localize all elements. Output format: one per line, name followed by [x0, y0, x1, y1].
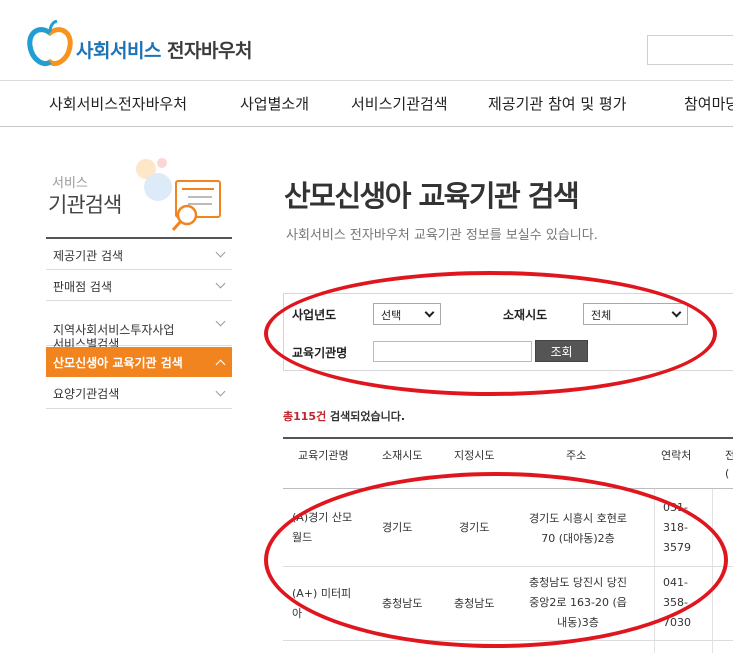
sidebar-item-maternal-edu[interactable]: 산모신생아 교육기관 검색: [46, 347, 232, 377]
sidebar-item-label: 요양기관검색: [53, 387, 120, 401]
sidebar-item-label: 제공기관 검색: [53, 249, 124, 263]
sidebar-item-care-search[interactable]: 요양기관검색: [46, 377, 232, 409]
chevron-down-icon: [215, 278, 226, 289]
gnb-item-programs[interactable]: 사업별소개: [240, 93, 309, 114]
chevron-down-icon: [215, 316, 226, 327]
result-count-suffix: 검색되었습니다.: [326, 410, 406, 423]
sidebar-item-label: 판매점 검색: [53, 280, 113, 294]
column-header-name: 교육기관명: [298, 449, 349, 462]
gnb-item-provider[interactable]: 제공기관 참여 및 평가: [488, 93, 627, 114]
logo-brand: 사회서비스: [76, 40, 161, 62]
logo-title: 전자바우처: [160, 40, 252, 62]
page-description: 사회서비스 전자바우처 교육기관 정보를 보실수 있습니다.: [286, 228, 598, 243]
column-header-phone: 연락처: [661, 449, 692, 462]
column-header-designated: 지정시도: [454, 449, 495, 462]
global-nav: 사회서비스전자바우처 사업별소개 서비스기관검색 제공기관 참여 및 평가 참여…: [0, 80, 733, 127]
chevron-down-icon: [215, 386, 226, 396]
site-logo[interactable]: [26, 19, 74, 70]
sidebar-item-store-search[interactable]: 판매점 검색: [46, 270, 232, 301]
column-header-address: 주소: [566, 449, 587, 462]
column-header-region: 소재시도: [382, 449, 423, 462]
annotation-ellipse: [264, 271, 717, 396]
logo-text[interactable]: 사회서비스 전자바우처: [76, 36, 252, 63]
sidebar-item-community-service[interactable]: 지역사회서비스투자사업 서비스별검색: [46, 301, 232, 351]
sidebar-title: 기관검색: [48, 193, 122, 217]
gnb-item-voucher[interactable]: 사회서비스전자바우처: [49, 93, 187, 114]
sidebar-illustration: [128, 157, 228, 237]
sidebar-item-label: 산모신생아 교육기관 검색: [53, 356, 183, 370]
result-count-number: 총115건: [283, 410, 327, 423]
chevron-down-icon: [215, 247, 226, 258]
chevron-up-icon: [215, 359, 226, 370]
result-count: 총115건 검색되었습니다.: [283, 408, 405, 424]
page-title: 산모신생아 교육기관 검색: [284, 179, 580, 213]
sidebar-item-provider-search[interactable]: 제공기관 검색: [46, 239, 232, 270]
gnb-item-org-search[interactable]: 서비스기관검색: [351, 93, 448, 114]
apple-logo-icon: [27, 19, 73, 67]
annotation-ellipse: [264, 472, 728, 648]
top-search-input[interactable]: [647, 35, 733, 65]
column-header-more: 전 (: [725, 449, 733, 480]
document-search-icon: [136, 158, 221, 231]
gnb-item-community[interactable]: 참여마당: [684, 93, 733, 114]
table-top-border: [283, 437, 733, 439]
